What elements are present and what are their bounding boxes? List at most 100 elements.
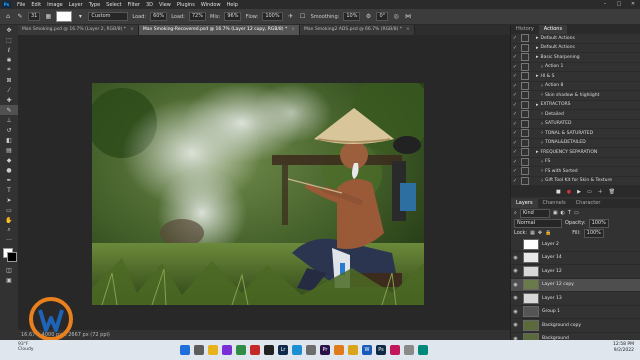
- action-row[interactable]: ✓ › Action 1: [511, 62, 640, 72]
- dialog-toggle-box[interactable]: [521, 81, 529, 90]
- action-row[interactable]: ✓ ▸ HI & S: [511, 72, 640, 82]
- dialog-toggle-box[interactable]: [521, 167, 529, 176]
- menu-item-plugins[interactable]: Plugins: [174, 2, 198, 8]
- gradient-tool-icon[interactable]: ▤: [0, 145, 18, 155]
- dialog-toggle-box[interactable]: [521, 176, 529, 185]
- action-row[interactable]: ✓ ▸ Default Actions: [511, 34, 640, 44]
- checkmark-icon[interactable]: ✓: [511, 64, 519, 70]
- dropdown-icon[interactable]: ▾: [76, 13, 84, 21]
- checkmark-icon[interactable]: ✓: [511, 168, 519, 174]
- pen-tool-icon[interactable]: ✒: [0, 175, 18, 185]
- eye-icon[interactable]: ◉: [511, 309, 520, 315]
- dialog-toggle-box[interactable]: [521, 119, 529, 128]
- action-row[interactable]: ✓ › SATURATED: [511, 119, 640, 129]
- checkmark-icon[interactable]: ✓: [511, 102, 519, 108]
- minimize-button[interactable]: –: [598, 0, 612, 9]
- eye-icon[interactable]: ◉: [511, 295, 520, 301]
- menu-item-view[interactable]: View: [156, 2, 174, 8]
- angle-field[interactable]: 0°: [376, 12, 389, 21]
- folder-icon[interactable]: [348, 345, 358, 355]
- eraser-tool-icon[interactable]: ◧: [0, 135, 18, 145]
- checkmark-icon[interactable]: ✓: [511, 159, 519, 165]
- new-set-icon[interactable]: ▭: [587, 189, 592, 195]
- dialog-toggle-box[interactable]: [521, 100, 529, 109]
- action-row[interactable]: ✓ › TONAL & SATURATED: [511, 129, 640, 139]
- gear-icon[interactable]: ⚙: [364, 13, 372, 21]
- close-icon[interactable]: ×: [406, 27, 410, 32]
- edge-icon[interactable]: [292, 345, 302, 355]
- symmetry-icon[interactable]: ⋈: [404, 13, 412, 21]
- eye-icon[interactable]: ◉: [511, 268, 520, 274]
- checkmark-icon[interactable]: ✓: [511, 121, 519, 127]
- layer-row[interactable]: ◉ Background copy: [511, 319, 640, 333]
- dodge-tool-icon[interactable]: ●: [0, 165, 18, 175]
- path-select-tool-icon[interactable]: ➤: [0, 195, 18, 205]
- menu-item-edit[interactable]: Edit: [28, 2, 44, 8]
- app-orange-icon[interactable]: [334, 345, 344, 355]
- lasso-tool-icon[interactable]: ℓ: [0, 45, 18, 55]
- app-dark-icon[interactable]: [264, 345, 274, 355]
- menu-item-3d[interactable]: 3D: [143, 2, 156, 8]
- close-button[interactable]: ✕: [626, 0, 640, 9]
- eyedropper-tool-icon[interactable]: ⁄: [0, 85, 18, 95]
- layer-row[interactable]: ◉ Layer 14: [511, 252, 640, 265]
- taskbar-clock[interactable]: 12:58 PM 9/2/2022: [613, 342, 634, 354]
- filter-type-icon[interactable]: T: [568, 210, 571, 216]
- rectangle-tool-icon[interactable]: ▭: [0, 205, 18, 215]
- flow-field[interactable]: 100%: [262, 12, 283, 21]
- mode-select[interactable]: Custom: [88, 12, 129, 21]
- zoom-tool-icon[interactable]: ⌕: [0, 225, 18, 235]
- crop-tool-icon[interactable]: ⌗: [0, 65, 18, 75]
- panel-tab-actions[interactable]: Actions: [538, 25, 568, 34]
- quick-mask-icon[interactable]: ◫: [0, 265, 18, 275]
- frame-tool-icon[interactable]: ⊠: [0, 75, 18, 85]
- dialog-toggle-box[interactable]: [521, 72, 529, 81]
- dialog-toggle-box[interactable]: [521, 129, 529, 138]
- document-tab[interactable]: Man Smoking.psd @ 16.7% (Layer 2, RGB/8)…: [18, 25, 139, 35]
- blend-mode-select[interactable]: Normal: [514, 218, 562, 228]
- dialog-toggle-box[interactable]: [521, 43, 529, 52]
- weather-widget[interactable]: 93°F Cloudy: [18, 342, 34, 352]
- panel-tab-history[interactable]: History: [511, 25, 539, 34]
- dialog-toggle-box[interactable]: [521, 53, 529, 62]
- action-row[interactable]: ✓ › Gift Tool Kit for Skin & Texture: [511, 176, 640, 186]
- load-field[interactable]: 60%: [150, 12, 168, 21]
- document-tab[interactable]: Man Smoking-Recovered.psd @ 16.7% (Layer…: [138, 25, 301, 35]
- checkmark-icon[interactable]: ✓: [511, 92, 519, 98]
- settings-icon[interactable]: [306, 345, 316, 355]
- blur-tool-icon[interactable]: ◆: [0, 155, 18, 165]
- checkmark-icon[interactable]: ✓: [511, 178, 519, 184]
- eye-icon[interactable]: ◉: [511, 322, 520, 328]
- layer-row[interactable]: ◉ Group 1: [511, 306, 640, 319]
- panel-tab-character[interactable]: Character: [571, 199, 606, 208]
- brush-preview-swatch[interactable]: [56, 11, 73, 22]
- play-icon[interactable]: ▶: [577, 189, 581, 195]
- pressure-icon[interactable]: ◎: [392, 13, 400, 21]
- file-explorer-icon[interactable]: [208, 345, 218, 355]
- action-row[interactable]: ✓ ▸ FREQUENCY SEPARATION: [511, 148, 640, 158]
- layer-row[interactable]: ◉ Layer 12: [511, 265, 640, 279]
- action-row[interactable]: ✓ ▸ Basic Sharpening: [511, 53, 640, 63]
- kind-filter-select[interactable]: Kind: [519, 208, 550, 218]
- dialog-toggle-box[interactable]: [521, 91, 529, 100]
- menu-item-window[interactable]: Window: [198, 2, 224, 8]
- menu-item-image[interactable]: Image: [44, 2, 66, 8]
- sample-all-layers-icon[interactable]: ☐: [299, 13, 307, 21]
- menu-item-help[interactable]: Help: [224, 2, 241, 8]
- mix-field[interactable]: 96%: [224, 12, 242, 21]
- layer-row[interactable]: ◉ Layer 12 copy: [511, 278, 640, 292]
- dialog-toggle-box[interactable]: [521, 110, 529, 119]
- lock-all-icon[interactable]: 🔒: [545, 230, 551, 236]
- action-row[interactable]: ✓ ▸ Default Actions: [511, 43, 640, 53]
- dialog-toggle-box[interactable]: [521, 157, 529, 166]
- dialog-toggle-box[interactable]: [521, 148, 529, 157]
- checkmark-icon[interactable]: ✓: [511, 130, 519, 136]
- lock-pixels-icon[interactable]: ▦: [530, 230, 535, 236]
- checkmark-icon[interactable]: ✓: [511, 54, 519, 60]
- menu-item-filter[interactable]: Filter: [125, 2, 143, 8]
- menu-item-layer[interactable]: Layer: [66, 2, 86, 8]
- menu-item-file[interactable]: File: [14, 2, 28, 8]
- brush-settings-icon[interactable]: ▦: [44, 13, 52, 21]
- quick-select-tool-icon[interactable]: ✱: [0, 55, 18, 65]
- checkmark-icon[interactable]: ✓: [511, 73, 519, 79]
